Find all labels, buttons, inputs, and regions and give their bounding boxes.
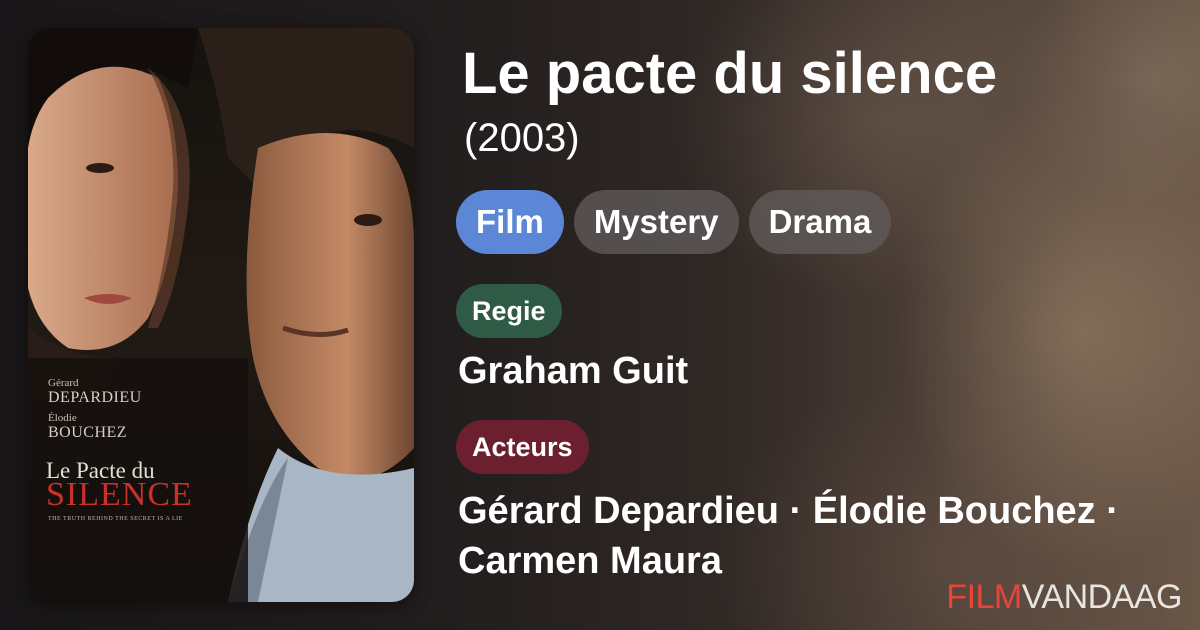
director-label: Regie: [456, 284, 562, 338]
cast-names[interactable]: Gérard Depardieu · Élodie Bouchez · Carm…: [458, 486, 1158, 586]
poster-actor1-first: Gérard: [48, 377, 79, 389]
director-name[interactable]: Graham Guit: [458, 350, 688, 393]
poster-tagline: THE TRUTH BEHIND THE SECRET IS A LIE: [48, 516, 183, 522]
movie-title: Le pacte du silence: [462, 41, 998, 106]
genre-pill-mystery[interactable]: Mystery: [573, 190, 739, 254]
movie-year: (2003): [464, 116, 580, 160]
poster-actor1-last: DEPARDIEU: [48, 389, 142, 406]
brand-logo-part2: VANDAAG: [1021, 578, 1183, 616]
genre-pill-drama[interactable]: Drama: [748, 190, 892, 254]
share-card: Gérard DEPARDIEU Élodie BOUCHEZ Le Pacte…: [0, 0, 1200, 630]
genre-pill-film[interactable]: Film: [456, 190, 564, 254]
cast-label: Acteurs: [456, 420, 589, 474]
poster-actor2-first: Élodie: [48, 412, 77, 424]
poster-title-line2: SILENCE: [46, 476, 193, 513]
brand-logo-part1: FILM: [946, 578, 1022, 616]
brand-logo[interactable]: FILMVANDAAG: [946, 578, 1182, 617]
movie-poster[interactable]: Gérard DEPARDIEU Élodie BOUCHEZ Le Pacte…: [28, 28, 414, 602]
genre-list: Film Mystery Drama: [456, 190, 892, 254]
poster-actor2-last: BOUCHEZ: [48, 424, 128, 441]
